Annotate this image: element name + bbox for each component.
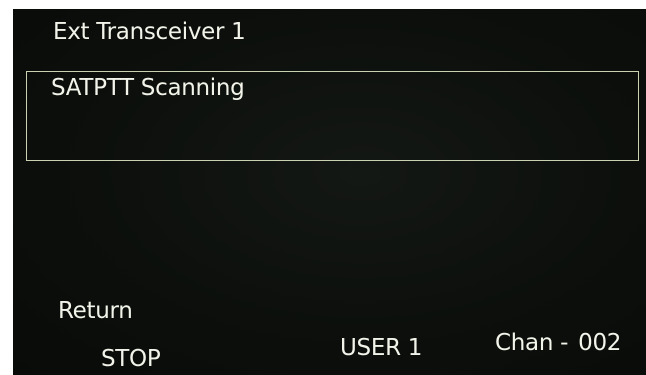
return-softkey[interactable]: Return bbox=[58, 300, 133, 323]
channel-indicator: Chan - 002 bbox=[495, 332, 621, 355]
stop-softkey[interactable]: STOP bbox=[101, 348, 161, 371]
user-profile-label: USER 1 bbox=[340, 335, 423, 361]
status-text: SATPTT Scanning bbox=[51, 75, 245, 101]
channel-number: 002 bbox=[578, 330, 622, 356]
channel-label: Chan - bbox=[495, 330, 569, 356]
device-display: Ext Transceiver 1 SATPTT Scanning Return… bbox=[13, 9, 646, 375]
page-title: Ext Transceiver 1 bbox=[53, 19, 246, 45]
